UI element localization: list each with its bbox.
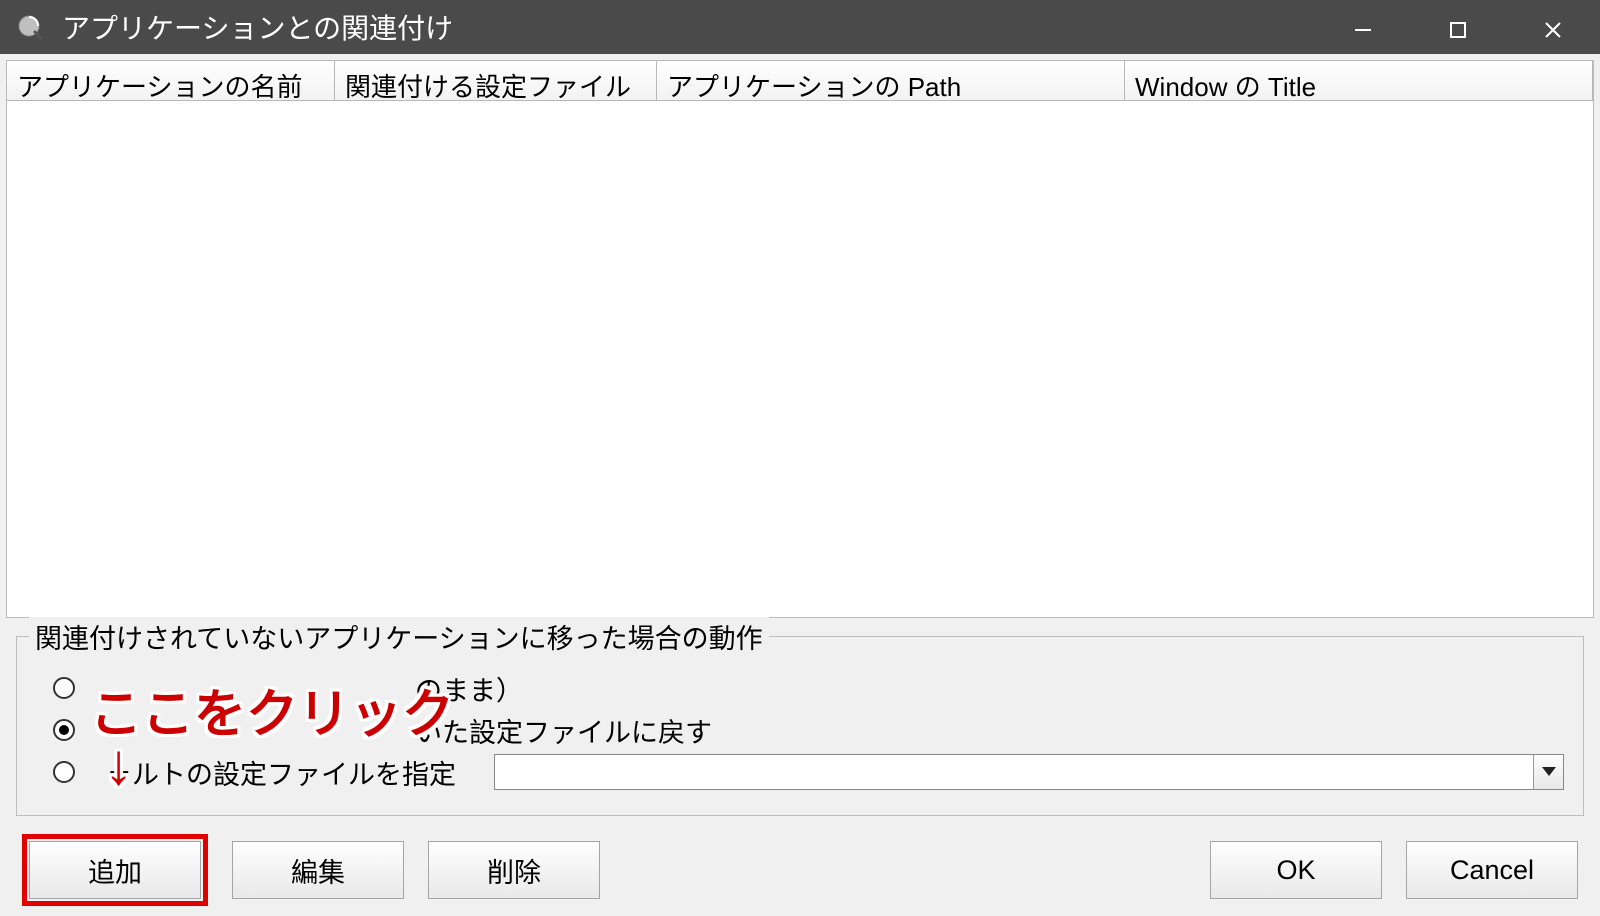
combo-dropdown-button[interactable]	[1533, 755, 1563, 789]
annotation-highlight: 追加	[22, 834, 208, 906]
radio-label-1: のまま）	[87, 669, 523, 708]
ok-button[interactable]: OK	[1210, 841, 1382, 899]
cancel-button[interactable]: Cancel	[1406, 841, 1578, 899]
combo-input[interactable]	[495, 755, 1533, 789]
column-app-name[interactable]: アプリケーションの名前	[7, 61, 335, 101]
app-icon	[16, 13, 44, 41]
close-button[interactable]	[1505, 0, 1600, 60]
maximize-button[interactable]	[1410, 0, 1505, 60]
list-header: アプリケーションの名前 関連付ける設定ファイル アプリケーションの Path W…	[7, 61, 1593, 101]
radio-label-2: いた設定ファイルに戻す	[87, 711, 712, 750]
radio-option-2[interactable]: いた設定ファイルに戻す	[53, 709, 1567, 751]
delete-button[interactable]: 削除	[428, 841, 600, 899]
association-list[interactable]: アプリケーションの名前 関連付ける設定ファイル アプリケーションの Path W…	[6, 60, 1594, 618]
radio-label-3: ォルトの設定ファイルを指定	[87, 753, 456, 792]
default-config-combo[interactable]	[494, 754, 1564, 790]
column-config-file[interactable]: 関連付ける設定ファイル	[335, 61, 657, 101]
button-row: 追加 編集 削除 OK Cancel	[6, 816, 1594, 906]
minimize-button[interactable]	[1315, 0, 1410, 60]
radio-icon	[53, 719, 75, 741]
list-body-empty[interactable]	[7, 101, 1593, 617]
add-button[interactable]: 追加	[29, 841, 201, 899]
dialog-body: アプリケーションの名前 関連付ける設定ファイル アプリケーションの Path W…	[0, 54, 1600, 916]
column-app-path[interactable]: アプリケーションの Path	[657, 61, 1125, 101]
titlebar: アプリケーションとの関連付け	[0, 0, 1600, 54]
group-legend: 関連付けされていないアプリケーションに移った場合の動作	[29, 617, 769, 656]
application-association-dialog: アプリケーションとの関連付け アプリケーションの名前 関連付ける設定ファイル ア	[0, 0, 1600, 916]
radio-icon	[53, 677, 75, 699]
unassociated-behavior-group: 関連付けされていないアプリケーションに移った場合の動作 のまま） いた設定ファイ…	[16, 636, 1584, 816]
radio-option-1[interactable]: のまま）	[53, 667, 1567, 709]
radio-option-3[interactable]: ォルトの設定ファイルを指定	[53, 751, 1567, 793]
window-title: アプリケーションとの関連付け	[62, 7, 453, 47]
window-controls	[1315, 0, 1600, 60]
edit-button[interactable]: 編集	[232, 841, 404, 899]
radio-icon	[53, 761, 75, 783]
column-window-title[interactable]: Window の Title	[1125, 61, 1593, 101]
